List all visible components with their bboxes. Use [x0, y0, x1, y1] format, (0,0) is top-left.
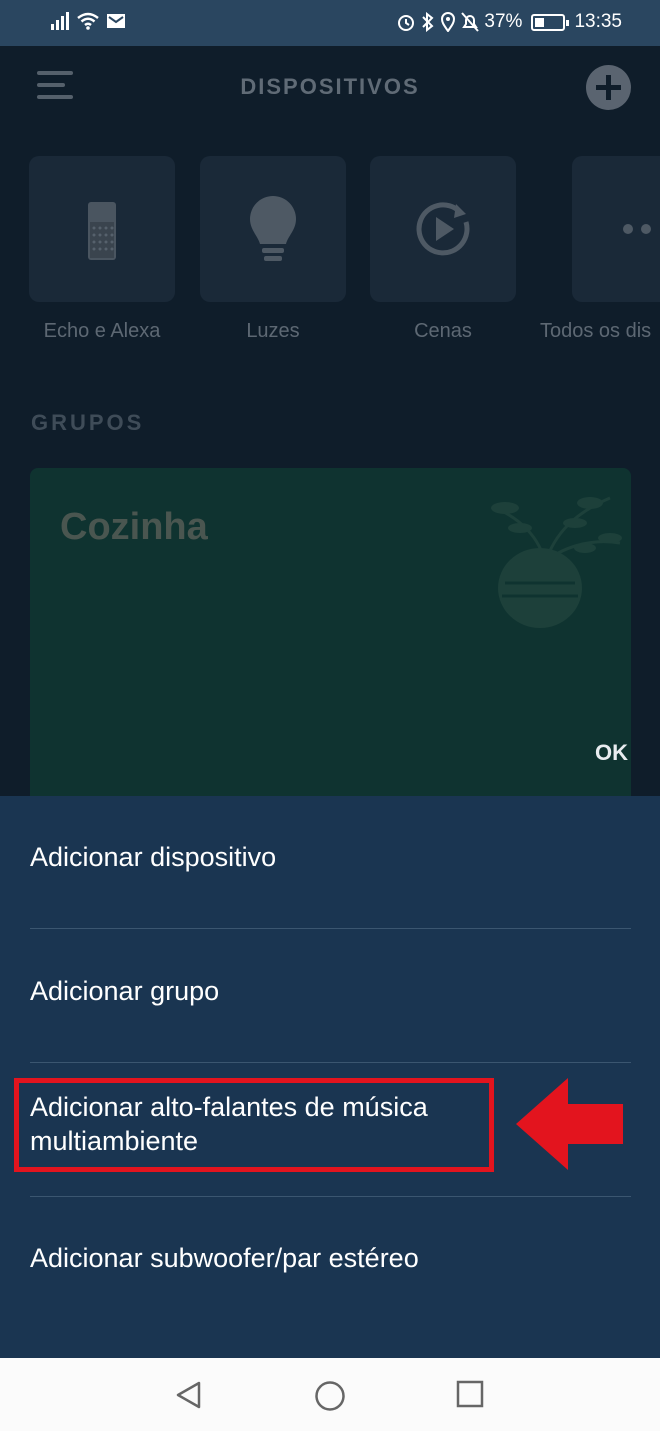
- plant-illustration-icon: [491, 496, 622, 628]
- alarm-icon: [398, 15, 415, 31]
- page-title: DISPOSITIVOS: [240, 74, 420, 99]
- devices-screen: DISPOSITIVOS Echo e Alexa Luzes Cenas To…: [0, 46, 660, 796]
- top-app-bar: DISPOSITIVOS: [0, 46, 660, 132]
- category-label: Todos os dis: [540, 320, 652, 342]
- back-icon[interactable]: [174, 1380, 204, 1410]
- group-card-cozinha[interactable]: Cozinha: [30, 468, 631, 796]
- echo-speaker-icon: [88, 202, 116, 260]
- category-lights[interactable]: [200, 156, 346, 302]
- status-bar: 37% 13:35: [0, 0, 660, 46]
- location-icon: [441, 12, 456, 32]
- divider: [30, 1062, 631, 1063]
- more-dots-icon: [623, 224, 651, 234]
- add-options-sheet: Adicionar dispositivo Adicionar grupo Ad…: [0, 796, 660, 1358]
- groups-section-label: GRUPOS: [31, 410, 145, 435]
- battery-icon: [531, 13, 570, 31]
- signal-icon: [51, 12, 69, 30]
- category-scenes[interactable]: [370, 156, 516, 302]
- recents-icon[interactable]: [456, 1380, 484, 1408]
- play-refresh-icon: [416, 202, 470, 256]
- mail-icon: [107, 14, 125, 28]
- add-device-option[interactable]: Adicionar dispositivo: [30, 840, 630, 874]
- category-label: Echo e Alexa: [43, 320, 161, 342]
- category-label: Cenas: [414, 320, 472, 342]
- system-navigation-bar: [0, 1358, 660, 1431]
- group-status-ok: OK: [595, 740, 628, 765]
- divider: [30, 928, 631, 929]
- category-echo-alexa[interactable]: [29, 156, 175, 302]
- add-subwoofer-stereo-option[interactable]: Adicionar subwoofer/par estéreo: [30, 1241, 630, 1275]
- clock-time: 13:35: [574, 11, 622, 32]
- red-arrow-icon: [516, 1078, 623, 1170]
- category-all-devices[interactable]: [572, 156, 660, 302]
- add-group-option[interactable]: Adicionar grupo: [30, 974, 630, 1008]
- add-plus-icon[interactable]: [586, 65, 631, 110]
- wifi-icon: [77, 12, 99, 30]
- highlight-box: [14, 1078, 494, 1172]
- bulb-icon: [250, 196, 296, 261]
- divider: [30, 1196, 631, 1197]
- home-icon[interactable]: [314, 1380, 346, 1412]
- bell-off-icon: [461, 12, 480, 32]
- battery-percent: 37%: [484, 11, 523, 32]
- bluetooth-icon: [422, 12, 434, 32]
- group-name: Cozinha: [60, 506, 208, 548]
